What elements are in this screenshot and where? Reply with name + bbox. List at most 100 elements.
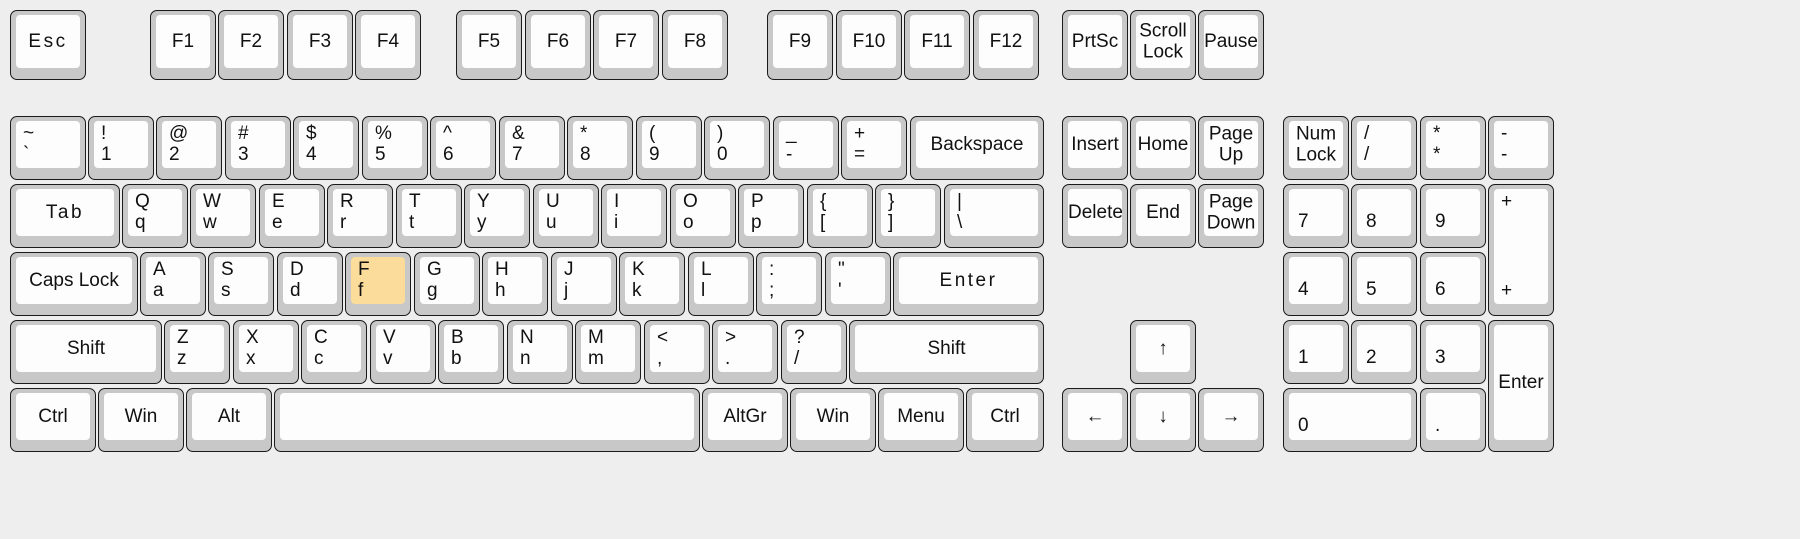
key-delete[interactable]: Delete: [1062, 184, 1128, 248]
key-numadd[interactable]: + +: [1488, 184, 1554, 316]
key-f5[interactable]: F5: [456, 10, 522, 80]
key-num8[interactable]: 8: [1351, 184, 1417, 248]
key-f3[interactable]: F3: [287, 10, 353, 80]
key-numenter[interactable]: Enter: [1488, 320, 1554, 452]
key-scrolllock[interactable]: Scroll Lock: [1130, 10, 1196, 80]
key-e[interactable]: Ee: [259, 184, 325, 248]
key-backtick[interactable]: ~ `: [10, 116, 86, 180]
key-digit7[interactable]: & 7: [499, 116, 565, 180]
key-i[interactable]: Ii: [601, 184, 667, 248]
key-t[interactable]: Tt: [396, 184, 462, 248]
key-w[interactable]: Ww: [190, 184, 256, 248]
key-f[interactable]: Ff: [345, 252, 411, 316]
key-ctrlright[interactable]: Ctrl: [966, 388, 1044, 452]
key-digit1[interactable]: ! 1: [88, 116, 154, 180]
key-bracketright[interactable]: }]: [875, 184, 941, 248]
key-digit8[interactable]: * 8: [567, 116, 633, 180]
key-s[interactable]: Ss: [208, 252, 274, 316]
key-f2[interactable]: F2: [218, 10, 284, 80]
key-period[interactable]: >.: [712, 320, 778, 384]
key-digit2[interactable]: @2: [156, 116, 222, 180]
key-digit0[interactable]: ) 0: [704, 116, 770, 180]
key-altleft[interactable]: Alt: [186, 388, 272, 452]
key-menu[interactable]: Menu: [878, 388, 964, 452]
key-shiftright[interactable]: Shift: [849, 320, 1044, 384]
key-v[interactable]: Vv: [370, 320, 436, 384]
key-z[interactable]: Zz: [164, 320, 230, 384]
key-o[interactable]: Oo: [670, 184, 736, 248]
key-prtsc[interactable]: PrtSc: [1062, 10, 1128, 80]
key-num3[interactable]: 3: [1420, 320, 1486, 384]
key-backslash[interactable]: | \: [944, 184, 1044, 248]
key-numlock[interactable]: Num Lock: [1283, 116, 1349, 180]
key-arrowdown[interactable]: ↓: [1130, 388, 1196, 452]
key-p[interactable]: Pp: [738, 184, 804, 248]
key-enter[interactable]: Enter: [893, 252, 1044, 316]
key-pagedown[interactable]: Page Down: [1198, 184, 1264, 248]
key-numsubtract[interactable]: --: [1488, 116, 1554, 180]
key-digit6[interactable]: ^ 6: [430, 116, 496, 180]
key-esc[interactable]: Esc: [10, 10, 86, 80]
key-altgr[interactable]: AltGr: [702, 388, 788, 452]
key-bracketleft[interactable]: {[: [807, 184, 873, 248]
key-nummultiply[interactable]: * *: [1420, 116, 1486, 180]
key-quote[interactable]: " ': [825, 252, 891, 316]
key-numdivide[interactable]: / /: [1351, 116, 1417, 180]
key-space[interactable]: [274, 388, 700, 452]
key-n[interactable]: Nn: [507, 320, 573, 384]
key-comma[interactable]: <,: [644, 320, 710, 384]
key-tab[interactable]: Tab: [10, 184, 120, 248]
key-digit4[interactable]: $4: [293, 116, 359, 180]
key-m[interactable]: Mm: [575, 320, 641, 384]
key-ctrlleft[interactable]: Ctrl: [10, 388, 96, 452]
key-h[interactable]: Hh: [482, 252, 548, 316]
key-a[interactable]: Aa: [140, 252, 206, 316]
key-f7[interactable]: F7: [593, 10, 659, 80]
key-pause[interactable]: Pause: [1198, 10, 1264, 80]
key-q[interactable]: Qq: [122, 184, 188, 248]
key-arrowup[interactable]: ↑: [1130, 320, 1196, 384]
key-digit9[interactable]: (9: [636, 116, 702, 180]
key-f6[interactable]: F6: [525, 10, 591, 80]
key-num6[interactable]: 6: [1420, 252, 1486, 316]
key-capslock[interactable]: Caps Lock: [10, 252, 138, 316]
key-l[interactable]: Ll: [688, 252, 754, 316]
key-slash[interactable]: ? /: [781, 320, 847, 384]
key-shiftleft[interactable]: Shift: [10, 320, 162, 384]
key-x[interactable]: Xx: [233, 320, 299, 384]
key-insert[interactable]: Insert: [1062, 116, 1128, 180]
key-end[interactable]: End: [1130, 184, 1196, 248]
key-f10[interactable]: F10: [836, 10, 902, 80]
key-equal[interactable]: + =: [841, 116, 907, 180]
key-f12[interactable]: F12: [973, 10, 1039, 80]
key-num9[interactable]: 9: [1420, 184, 1486, 248]
key-pageup[interactable]: Page Up: [1198, 116, 1264, 180]
key-winleft[interactable]: Win: [98, 388, 184, 452]
key-u[interactable]: Uu: [533, 184, 599, 248]
key-f1[interactable]: F1: [150, 10, 216, 80]
key-num4[interactable]: 4: [1283, 252, 1349, 316]
key-g[interactable]: Gg: [414, 252, 480, 316]
key-f9[interactable]: F9: [767, 10, 833, 80]
key-j[interactable]: Jj: [551, 252, 617, 316]
key-home[interactable]: Home: [1130, 116, 1196, 180]
key-y[interactable]: Yy: [464, 184, 530, 248]
key-num1[interactable]: 1: [1283, 320, 1349, 384]
key-r[interactable]: Rr: [327, 184, 393, 248]
key-f8[interactable]: F8: [662, 10, 728, 80]
key-digit3[interactable]: #3: [225, 116, 291, 180]
key-k[interactable]: Kk: [619, 252, 685, 316]
key-backspace[interactable]: Backspace: [910, 116, 1044, 180]
key-num5[interactable]: 5: [1351, 252, 1417, 316]
key-b[interactable]: Bb: [438, 320, 504, 384]
key-d[interactable]: Dd: [277, 252, 343, 316]
key-numdecimal[interactable]: .: [1420, 388, 1486, 452]
key-digit5[interactable]: % 5: [362, 116, 428, 180]
key-num7[interactable]: 7: [1283, 184, 1349, 248]
key-c[interactable]: Cc: [301, 320, 367, 384]
key-arrowleft[interactable]: ←: [1062, 388, 1128, 452]
key-f11[interactable]: F11: [904, 10, 970, 80]
key-num2[interactable]: 2: [1351, 320, 1417, 384]
key-arrowright[interactable]: →: [1198, 388, 1264, 452]
key-f4[interactable]: F4: [355, 10, 421, 80]
